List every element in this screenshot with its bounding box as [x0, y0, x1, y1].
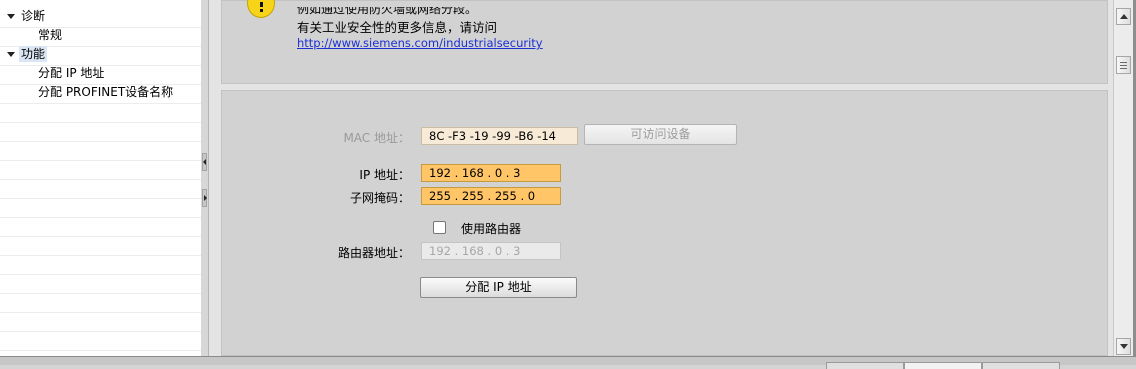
bottom-tab[interactable] — [982, 362, 1060, 369]
grip-icon — [1120, 68, 1127, 69]
assign-ip-button[interactable]: 分配 IP 地址 — [420, 277, 577, 298]
scroll-down-button[interactable] — [1116, 338, 1131, 355]
tree-row — [0, 217, 201, 237]
subnet-mask-input[interactable]: 255 . 255 . 255 . 0 — [421, 187, 561, 205]
ip-address-input[interactable]: 192 . 168 . 0 . 3 — [421, 164, 561, 182]
bottom-tab-bar — [0, 356, 1136, 369]
tree-row — [0, 141, 201, 161]
tree-item-diagnostics[interactable]: 诊断 — [21, 8, 45, 24]
vertical-scrollbar[interactable] — [1113, 0, 1134, 356]
tree-row — [0, 179, 201, 199]
tree-row — [0, 27, 201, 47]
tree-row — [0, 331, 201, 351]
tree-row — [0, 160, 201, 180]
arrow-up-icon — [1120, 14, 1128, 19]
tree-row — [0, 198, 201, 218]
mac-address-label: MAC 地址： — [343, 131, 410, 145]
bottom-tab[interactable] — [826, 362, 904, 369]
arrow-down-icon — [1120, 344, 1128, 349]
expand-arrow-icon[interactable] — [7, 14, 15, 19]
info-text-line2: 有关工业安全性的更多信息，请访问 — [297, 20, 498, 35]
navigation-tree: 诊断 常规 功能 分配 IP 地址 分配 PROFINET设备名称 — [0, 0, 202, 356]
tree-row — [0, 122, 201, 142]
expand-right-button[interactable] — [202, 189, 207, 207]
subnet-mask-label: 子网掩码： — [349, 191, 410, 205]
tree-item-assign-profinet-name[interactable]: 分配 PROFINET设备名称 — [38, 84, 173, 100]
mac-address-field: 8C -F3 -19 -99 -B6 -14 — [421, 127, 578, 145]
tree-row — [0, 255, 201, 275]
tree-row — [0, 312, 201, 332]
arrow-right-icon — [204, 195, 207, 201]
router-address-input: 192 . 168 . 0 . 3 — [421, 242, 561, 260]
collapse-left-button[interactable] — [202, 153, 207, 171]
tree-row — [0, 274, 201, 294]
tree-row — [0, 236, 201, 256]
expand-arrow-icon[interactable] — [7, 52, 15, 57]
tree-item-general[interactable]: 常规 — [38, 27, 62, 43]
warning-icon-dot — [260, 9, 263, 12]
warning-icon-bar — [260, 2, 263, 7]
use-router-label: 使用路由器 — [461, 222, 522, 236]
grip-icon — [1120, 62, 1127, 63]
siemens-security-link[interactable]: http://www.siemens.com/industrialsecurit… — [297, 36, 543, 50]
tree-item-assign-ip[interactable]: 分配 IP 地址 — [38, 65, 104, 81]
tree-row — [0, 103, 201, 123]
arrow-left-icon — [203, 159, 206, 165]
router-address-label: 路由器地址： — [337, 246, 410, 260]
grip-icon — [1120, 65, 1127, 66]
use-router-checkbox[interactable] — [433, 221, 446, 234]
tree-row — [0, 293, 201, 313]
ip-address-label: IP 地址： — [359, 168, 410, 182]
tree-item-functions[interactable]: 功能 — [19, 46, 48, 62]
scrollbar-thumb[interactable] — [1116, 56, 1131, 74]
scroll-up-button[interactable] — [1116, 8, 1131, 25]
panel-splitter[interactable] — [201, 0, 209, 356]
bottom-tab[interactable] — [904, 362, 982, 369]
accessible-devices-button[interactable]: 可访问设备 — [584, 124, 737, 145]
